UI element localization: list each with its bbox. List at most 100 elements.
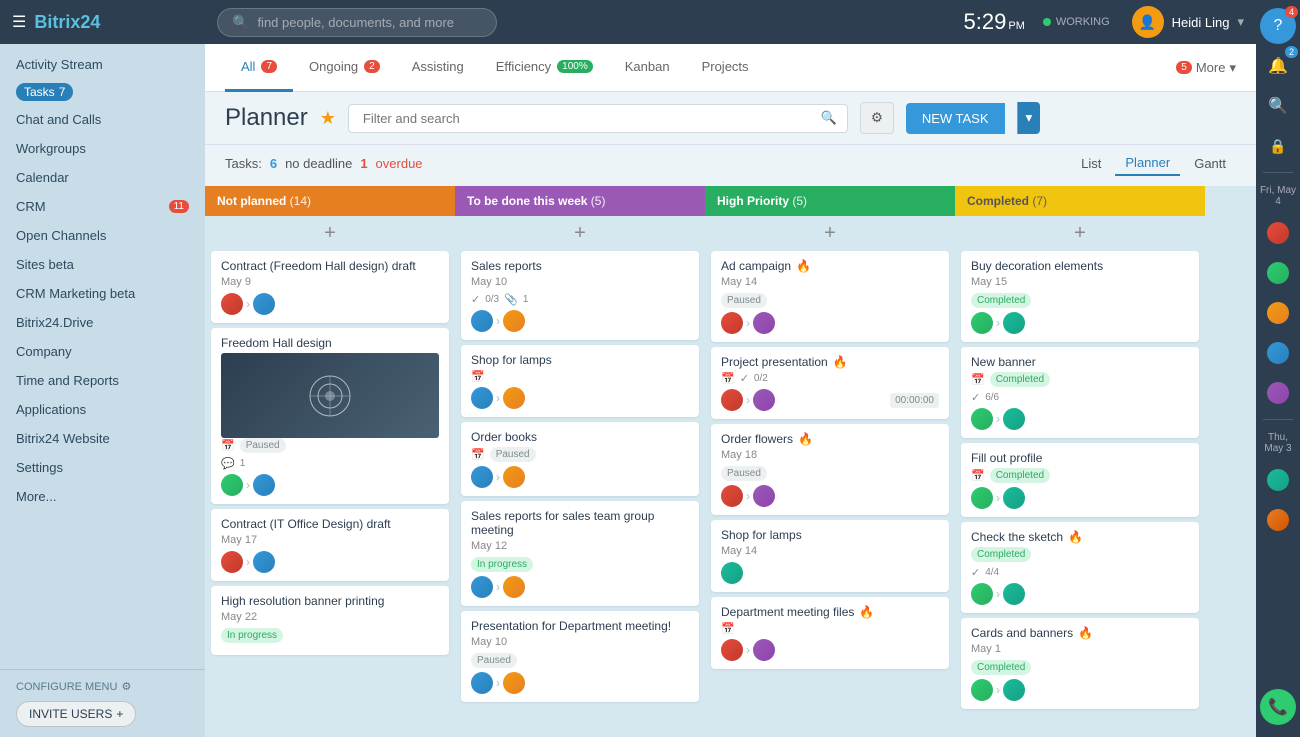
- sidebar-item-sites[interactable]: Sites beta: [0, 250, 205, 279]
- avatar-fri-4[interactable]: [1260, 335, 1296, 371]
- sidebar-item-more[interactable]: More...: [0, 482, 205, 511]
- card-ad-campaign[interactable]: Ad campaign 🔥 May 14 Paused ›: [711, 251, 949, 342]
- invite-users-button[interactable]: INVITE USERS +: [16, 701, 136, 727]
- card-contract-it-office[interactable]: Contract (IT Office Design) draft May 17…: [211, 509, 449, 581]
- sidebar-item-crm-marketing[interactable]: CRM Marketing beta: [0, 279, 205, 308]
- card-sales-reports-meeting[interactable]: Sales reports for sales team group meeti…: [461, 501, 699, 606]
- column-add-high-priority[interactable]: +: [705, 216, 955, 251]
- sidebar-item-time-reports[interactable]: Time and Reports: [0, 366, 205, 395]
- avatar-fri-1[interactable]: [1260, 215, 1296, 251]
- planner-header: Planner ★ 🔍 ⚙ NEW TASK ▾: [205, 92, 1256, 145]
- card-fill-profile[interactable]: Fill out profile 📅 Completed ›: [961, 443, 1199, 517]
- sidebar-item-workgroups[interactable]: Workgroups: [0, 134, 205, 163]
- sidebar-item-applications[interactable]: Applications: [0, 395, 205, 424]
- avatar: [753, 312, 775, 334]
- avatar-thu-2[interactable]: [1260, 502, 1296, 538]
- card-presentation-dept[interactable]: Presentation for Department meeting! May…: [461, 611, 699, 702]
- avatar: [971, 679, 993, 701]
- card-shop-lamps-1[interactable]: Shop for lamps 📅 ›: [461, 345, 699, 417]
- sidebar-item-settings[interactable]: Settings: [0, 453, 205, 482]
- avatar-thu-1[interactable]: [1260, 462, 1296, 498]
- card-sales-reports[interactable]: Sales reports May 10 ✓ 0/3 📎 1 ›: [461, 251, 699, 340]
- avatar: [503, 387, 525, 409]
- column-add-completed[interactable]: +: [955, 216, 1205, 251]
- sidebar-item-drive[interactable]: Bitrix24.Drive: [0, 308, 205, 337]
- avatar: [721, 389, 743, 411]
- column-add-not-planned[interactable]: +: [205, 216, 455, 251]
- avatar: [1267, 222, 1289, 244]
- sidebar-item-tasks[interactable]: Tasks 7: [16, 83, 73, 101]
- card-new-banner[interactable]: New banner 📅 Completed ✓ 6/6 ›: [961, 347, 1199, 438]
- sidebar-footer: CONFIGURE MENU ⚙ INVITE USERS +: [0, 669, 205, 737]
- card-check-sketch[interactable]: Check the sketch 🔥 Completed ✓ 4/4 ›: [961, 522, 1199, 613]
- tab-efficiency[interactable]: Efficiency 100%: [480, 44, 609, 92]
- column-not-planned: Not planned (14) + Contract (Freedom Hal…: [205, 186, 455, 737]
- avatar: [1267, 509, 1289, 531]
- calendar-icon: 📅: [721, 622, 735, 635]
- card-high-res-banner[interactable]: High resolution banner printing May 22 I…: [211, 586, 449, 655]
- avatar: [753, 389, 775, 411]
- check-icon: ✓: [971, 566, 980, 579]
- main-area: 🔍 5:29 PM WORKING 👤 Heidi Ling ▾ All 7: [205, 0, 1256, 737]
- user-info[interactable]: 👤 Heidi Ling ▾: [1132, 6, 1244, 38]
- card-contract-freedom[interactable]: Contract (Freedom Hall design) draft May…: [211, 251, 449, 323]
- tab-all[interactable]: All 7: [225, 44, 293, 92]
- card-order-flowers[interactable]: Order flowers 🔥 May 18 Paused ›: [711, 424, 949, 515]
- divider: [1263, 172, 1293, 173]
- notifications-button[interactable]: 🔔 2: [1260, 48, 1296, 84]
- search-button[interactable]: 🔍: [1260, 88, 1296, 124]
- card-project-presentation[interactable]: Project presentation 🔥 📅 ✓ 0/2 › 00:00:0…: [711, 347, 949, 419]
- card-cards-banners[interactable]: Cards and banners 🔥 May 1 Completed ›: [961, 618, 1199, 709]
- avatar-fri-5[interactable]: [1260, 375, 1296, 411]
- view-list[interactable]: List: [1071, 152, 1111, 175]
- view-planner[interactable]: Planner: [1115, 151, 1180, 176]
- fire-icon: 🔥: [1078, 626, 1093, 640]
- date-fri: Fri, May 4: [1256, 181, 1300, 211]
- avatar-fri-2[interactable]: [1260, 255, 1296, 291]
- tab-projects[interactable]: Projects: [686, 44, 765, 92]
- fire-icon: 🔥: [859, 605, 874, 619]
- configure-menu[interactable]: CONFIGURE MENU ⚙: [16, 680, 189, 693]
- card-dept-meeting-files[interactable]: Department meeting files 🔥 📅 ›: [711, 597, 949, 669]
- sidebar-item-company[interactable]: Company: [0, 337, 205, 366]
- help-button[interactable]: ? 4: [1260, 8, 1296, 44]
- avatar: [1267, 262, 1289, 284]
- tab-more[interactable]: 5 More ▾: [1176, 60, 1236, 76]
- tasks-info: Tasks: 6 no deadline 1 overdue: [225, 156, 423, 171]
- column-add-to-be-done[interactable]: +: [455, 216, 705, 251]
- card-buy-decoration[interactable]: Buy decoration elements May 15 Completed…: [961, 251, 1199, 342]
- hamburger-icon[interactable]: ☰: [12, 12, 26, 32]
- view-gantt[interactable]: Gantt: [1184, 152, 1236, 175]
- avatar-fri-3[interactable]: [1260, 295, 1296, 331]
- sidebar-header: ☰ Bitrix24: [0, 0, 205, 44]
- sidebar-item-chat[interactable]: Chat and Calls: [0, 105, 205, 134]
- sidebar-item-crm[interactable]: CRM 11: [0, 192, 205, 221]
- phone-button[interactable]: 📞: [1260, 689, 1296, 725]
- date-thu: Thu, May 3: [1256, 428, 1300, 458]
- search-input[interactable]: [257, 15, 457, 30]
- tab-ongoing[interactable]: Ongoing 2: [293, 44, 396, 92]
- settings-button[interactable]: ⚙: [860, 102, 894, 134]
- sidebar-item-calendar[interactable]: Calendar: [0, 163, 205, 192]
- sidebar-item-activity-stream[interactable]: Activity Stream: [0, 50, 205, 79]
- sidebar-item-website[interactable]: Bitrix24 Website: [0, 424, 205, 453]
- tab-kanban[interactable]: Kanban: [609, 44, 686, 92]
- card-order-books[interactable]: Order books 📅 Paused ›: [461, 422, 699, 496]
- lock-button[interactable]: 🔒: [1260, 128, 1296, 164]
- new-task-dropdown-button[interactable]: ▾: [1017, 102, 1041, 134]
- search-box[interactable]: 🔍: [217, 8, 497, 37]
- new-task-button[interactable]: NEW TASK: [906, 103, 1005, 134]
- lock-icon: 🔒: [1269, 138, 1286, 155]
- sidebar-item-open-channels[interactable]: Open Channels: [0, 221, 205, 250]
- column-to-be-done: To be done this week (5) + Sales reports…: [455, 186, 705, 737]
- search-icon: 🔍: [232, 14, 249, 31]
- filter-input[interactable]: [359, 105, 821, 132]
- card-shop-lamps-2[interactable]: Shop for lamps May 14: [711, 520, 949, 592]
- avatar: [221, 551, 243, 573]
- avatar: [721, 639, 743, 661]
- tab-assisting[interactable]: Assisting: [396, 44, 480, 92]
- filter-search-box[interactable]: 🔍: [348, 104, 848, 133]
- card-freedom-hall-design[interactable]: Freedom Hall design 📅 Paused: [211, 328, 449, 504]
- star-icon[interactable]: ★: [320, 108, 336, 129]
- page-title: Planner: [225, 104, 308, 132]
